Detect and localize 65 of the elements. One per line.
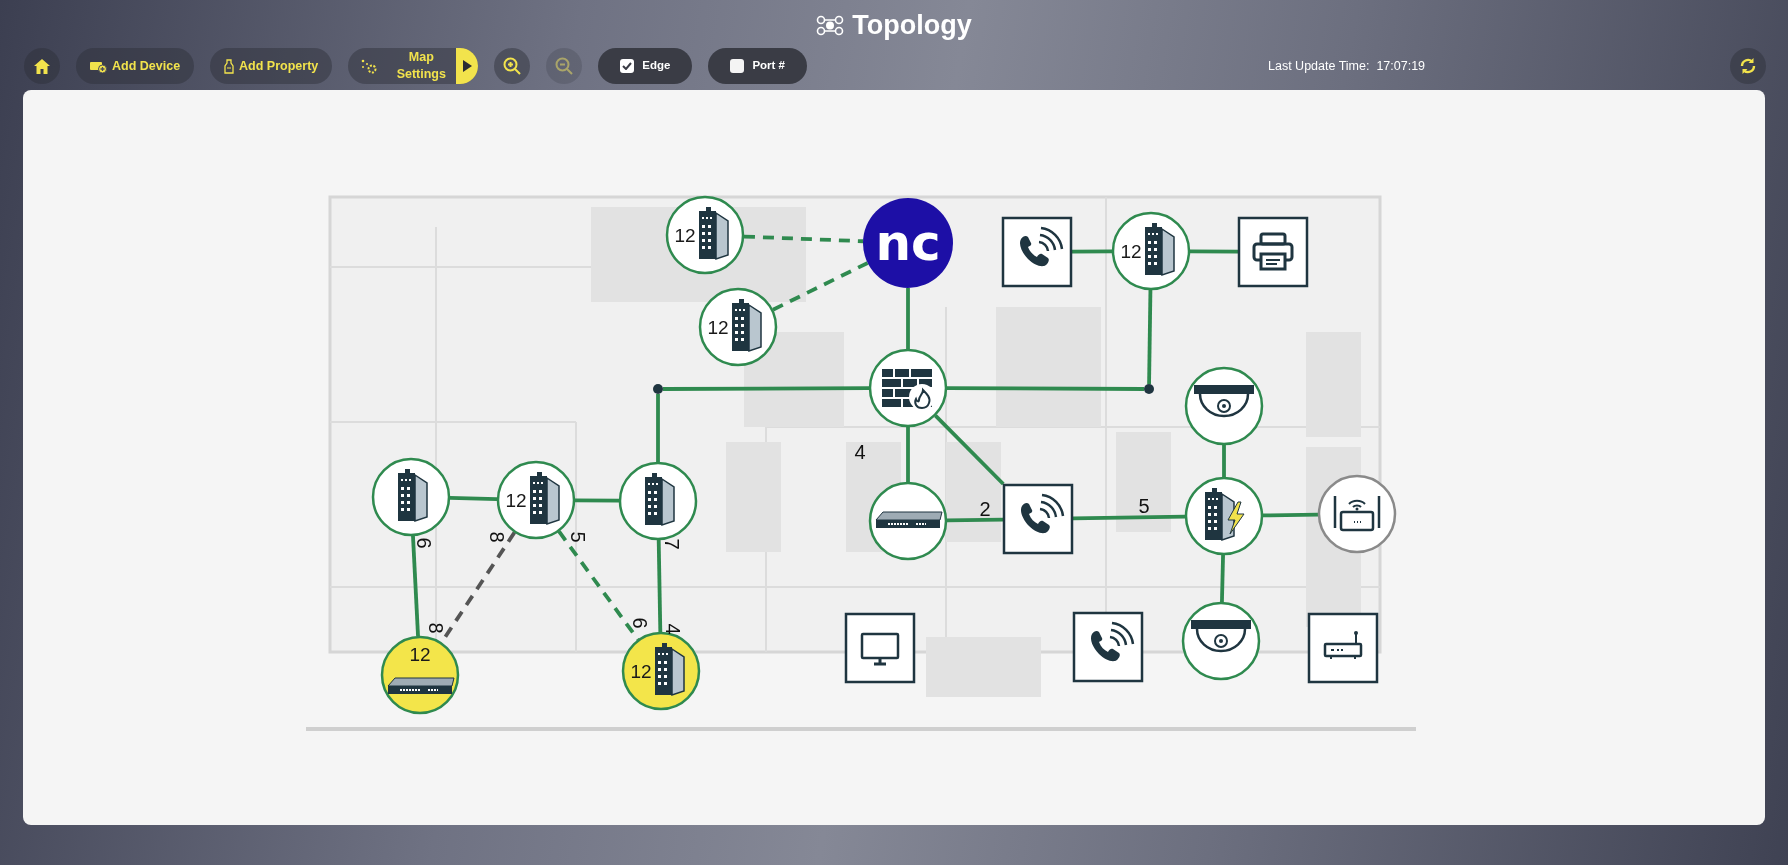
port-label: 5 [567, 531, 589, 543]
phone-icon [1021, 493, 1065, 534]
sparkle-gear-icon [360, 58, 379, 74]
port-count: 12 [707, 317, 729, 338]
bottle-icon [224, 58, 235, 74]
router-icon [1333, 494, 1381, 532]
zoom-in-button[interactable] [494, 48, 531, 84]
home-icon [33, 57, 51, 75]
phone-icon [1020, 226, 1064, 267]
device-node[interactable] [844, 612, 916, 684]
port-label: 6 [629, 617, 651, 629]
building-icon [655, 643, 685, 697]
expand-button[interactable] [456, 48, 479, 84]
building-icon [1145, 223, 1175, 277]
phone-icon [1091, 621, 1135, 662]
device-node[interactable] [1307, 612, 1379, 684]
refresh-icon [1739, 57, 1757, 75]
device-node[interactable] [1002, 483, 1074, 555]
building-icon [732, 299, 762, 353]
building-icon [398, 469, 428, 523]
refresh-button[interactable] [1730, 48, 1766, 84]
port-count: 12 [505, 490, 527, 511]
home-button[interactable] [24, 48, 60, 84]
zoom-in-icon [503, 57, 522, 75]
network-icon [816, 14, 845, 36]
play-icon [462, 60, 473, 72]
port-count: 12 [409, 644, 431, 665]
port-count: 12 [630, 661, 652, 682]
printer-icon [1252, 232, 1294, 271]
update-time: Last Update Time: 17:07:19 [1268, 57, 1426, 75]
toggle-button[interactable]: Edge [598, 48, 693, 84]
port-label: 5 [1138, 495, 1150, 517]
port-label: 4 [854, 441, 866, 463]
monitor-icon [860, 632, 900, 666]
junction-dot [653, 384, 663, 394]
junction-dot [1144, 384, 1154, 394]
building-lightning-icon [1205, 488, 1245, 542]
modem-icon [1323, 631, 1363, 660]
port-count: 12 [1120, 241, 1142, 262]
port-label: 6 [413, 537, 435, 549]
port-count: 12 [674, 225, 696, 246]
camera-icon [1191, 620, 1251, 653]
port-label: 2 [979, 498, 991, 520]
check-icon [622, 62, 633, 70]
building-icon [699, 207, 729, 261]
checkbox[interactable] [730, 59, 745, 73]
port-label: 7 [661, 538, 683, 550]
building-icon [530, 472, 560, 526]
device-plus-icon [90, 59, 107, 73]
add-property-button[interactable]: Add Property [210, 48, 333, 84]
zoom-out-icon [555, 57, 574, 75]
switch-icon [387, 677, 455, 694]
camera-icon [1194, 385, 1254, 418]
checkbox[interactable] [620, 59, 635, 73]
toggle-button[interactable]: Port # [708, 48, 807, 84]
building-icon [645, 473, 675, 527]
port-label: 8 [425, 622, 447, 634]
page-title: Topology [852, 11, 972, 39]
port-label: 4 [662, 623, 684, 635]
logo-text: nc [875, 214, 941, 272]
add-device-button[interactable]: Add Device [76, 48, 195, 84]
firewall-icon [881, 368, 935, 410]
device-node[interactable] [863, 198, 953, 288]
port-label: 8 [486, 531, 508, 543]
switch-icon [875, 511, 943, 528]
